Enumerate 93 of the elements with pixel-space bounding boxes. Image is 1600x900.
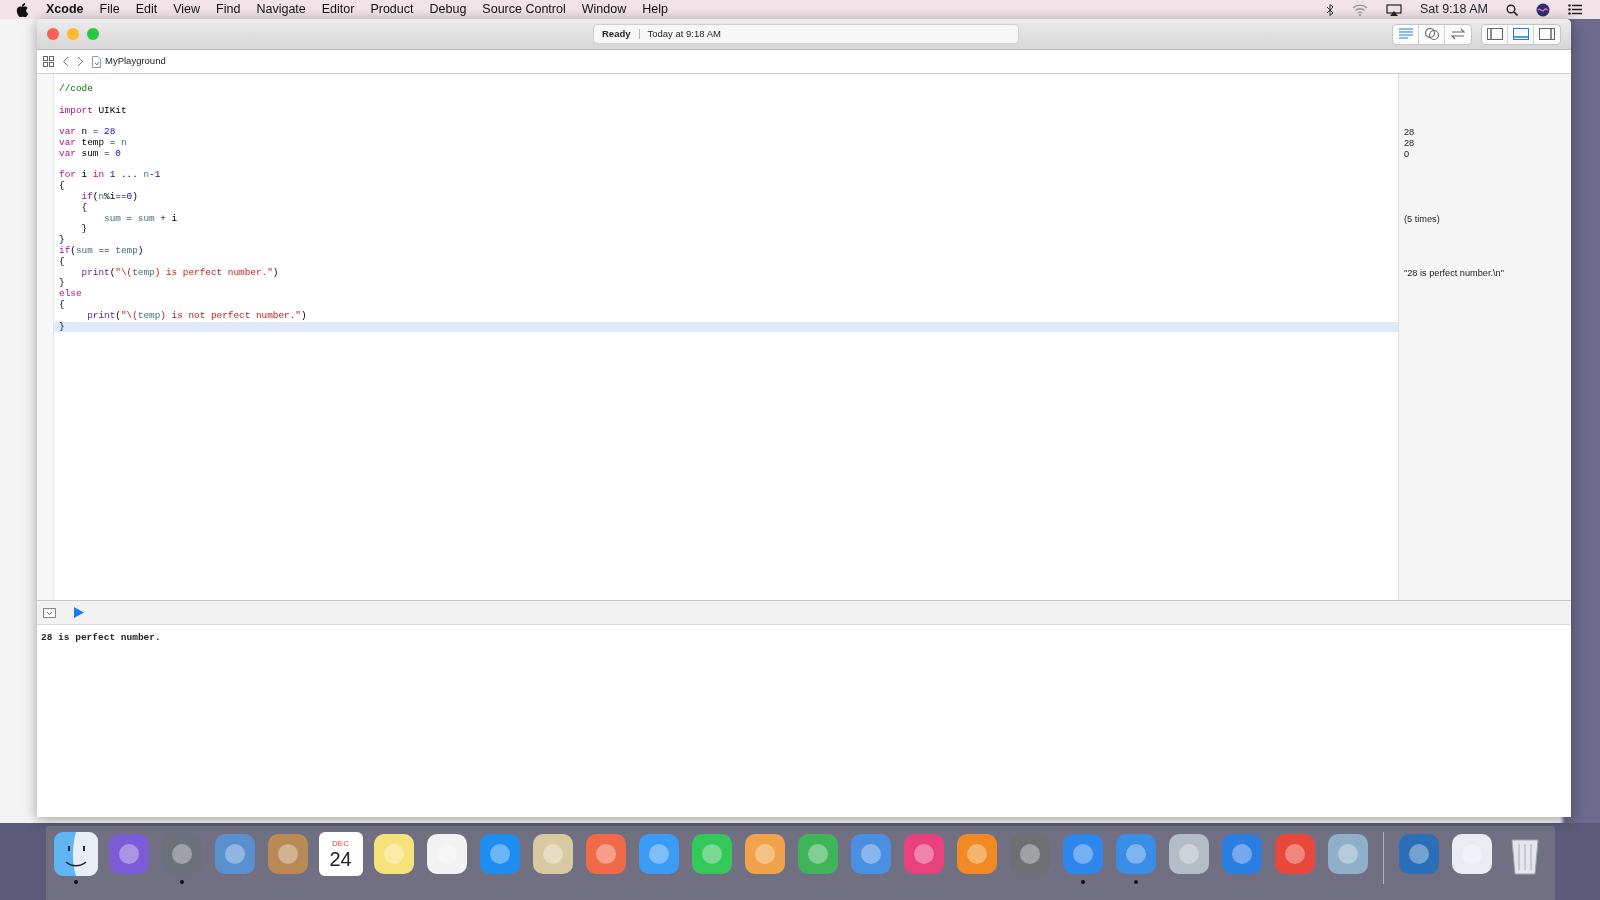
code-line: if(n%i==0) <box>80 191 139 203</box>
app-icon[interactable] <box>1166 832 1211 876</box>
airplay-icon[interactable] <box>1385 3 1402 16</box>
code-line: } <box>80 224 89 236</box>
bottom-panel-icon[interactable] <box>1512 28 1529 40</box>
status-time: Today at 9:18 AM <box>647 26 721 41</box>
app-icon[interactable] <box>1449 832 1494 876</box>
calendar-icon[interactable]: DEC 24 <box>318 832 363 876</box>
app-icon[interactable] <box>424 832 469 876</box>
swap-arrows-icon[interactable] <box>1450 28 1466 40</box>
left-panel-icon[interactable] <box>1486 28 1503 40</box>
menu-item[interactable]: Help <box>634 0 676 19</box>
app-icon[interactable] <box>265 832 310 876</box>
menu-item[interactable]: Window <box>573 0 635 19</box>
app-icon[interactable] <box>742 832 787 876</box>
right-panel-icon[interactable] <box>1539 28 1555 40</box>
code-line: if(sum == temp) <box>58 245 145 257</box>
code-line: { <box>58 299 66 311</box>
status-text: Ready <box>602 26 631 41</box>
menu-item[interactable]: Find <box>208 0 249 19</box>
app-icon[interactable] <box>477 832 522 876</box>
app-icon[interactable] <box>1007 832 1052 876</box>
code-line: for i in 1 ... n-1 <box>58 170 162 181</box>
menu-item[interactable]: Navigate <box>248 0 314 19</box>
menu-item[interactable]: Source Control <box>474 0 574 19</box>
app-icon[interactable] <box>1060 832 1105 876</box>
code-line: var sum = 0 <box>58 148 122 160</box>
app-icon[interactable] <box>1113 832 1158 876</box>
app-icon[interactable] <box>1272 832 1317 876</box>
code-line: } <box>58 235 66 246</box>
app-menu[interactable]: Xcode <box>38 0 92 19</box>
code-line: var temp = n <box>58 138 128 149</box>
result-value: (5 times) <box>1404 213 1440 224</box>
code-line: { <box>80 202 89 214</box>
code-line: print("\(temp) is perfect number.") <box>80 267 280 279</box>
result-value: 28 <box>1404 127 1415 138</box>
app-icon[interactable] <box>371 832 416 876</box>
menu-item[interactable]: Editor <box>313 0 363 19</box>
search-icon[interactable] <box>1506 3 1518 16</box>
back-icon[interactable] <box>62 56 69 67</box>
code-line: var n = 28 <box>58 127 117 138</box>
app-icon[interactable] <box>159 832 204 876</box>
grid-icon[interactable] <box>43 56 54 67</box>
menu-item[interactable]: View <box>165 0 209 19</box>
running-indicator <box>1133 880 1138 884</box>
running-indicator <box>1080 880 1085 884</box>
running-indicator <box>73 880 78 884</box>
forward-icon[interactable] <box>77 56 84 67</box>
play-icon[interactable] <box>74 607 84 618</box>
menu-item[interactable]: Product <box>362 0 422 19</box>
file-name[interactable]: MyPlayground <box>105 54 166 69</box>
app-icon[interactable] <box>689 832 734 876</box>
menu-item[interactable]: Debug <box>421 0 475 19</box>
result-value: 0 <box>1404 148 1410 159</box>
zoom-button[interactable] <box>87 28 99 40</box>
code-line: //code <box>58 84 94 95</box>
menu-icon[interactable] <box>1568 4 1582 15</box>
wifi-icon[interactable] <box>1351 3 1368 16</box>
code-line: import UIKit <box>58 105 128 117</box>
app-icon[interactable] <box>212 832 257 876</box>
app-icon[interactable] <box>636 832 681 876</box>
app-icon[interactable] <box>1396 832 1441 876</box>
collapse-toggle-icon[interactable] <box>43 607 56 618</box>
app-icon[interactable] <box>848 832 893 876</box>
overlapping-circles-icon[interactable] <box>1423 27 1440 41</box>
code-line: { <box>58 256 66 268</box>
code-line: } <box>58 278 66 289</box>
menu-item[interactable]: Edit <box>127 0 166 19</box>
app-icon[interactable] <box>583 832 628 876</box>
menu-item[interactable]: File <box>91 0 128 19</box>
file-icon <box>92 55 101 68</box>
running-indicator <box>179 880 184 884</box>
bluetooth-icon[interactable] <box>1325 3 1334 16</box>
finder-icon[interactable] <box>53 832 98 876</box>
app-icon[interactable] <box>954 832 999 876</box>
app-icon[interactable] <box>1219 832 1264 876</box>
result-value: "28 is perfect number.\n" <box>1404 267 1504 278</box>
code-line: print("\(temp) is not perfect number.") <box>86 310 308 322</box>
clock[interactable]: Sat 9:18 AM <box>1419 0 1488 19</box>
text-lines-icon[interactable] <box>1397 28 1414 40</box>
app-icon[interactable] <box>901 832 946 876</box>
code-line: { <box>58 181 66 192</box>
app-icon[interactable] <box>106 832 151 876</box>
siri-icon[interactable] <box>1536 2 1550 17</box>
code-line: else <box>58 289 83 300</box>
console-output: 28 is perfect number. <box>41 632 161 643</box>
apple-icon[interactable] <box>16 2 28 17</box>
code-line: sum = sum + i <box>103 213 179 225</box>
result-value: 28 <box>1404 138 1415 148</box>
app-icon[interactable] <box>795 832 840 876</box>
app-icon[interactable] <box>530 832 575 876</box>
app-icon[interactable] <box>1325 832 1370 876</box>
close-button[interactable] <box>47 28 59 40</box>
